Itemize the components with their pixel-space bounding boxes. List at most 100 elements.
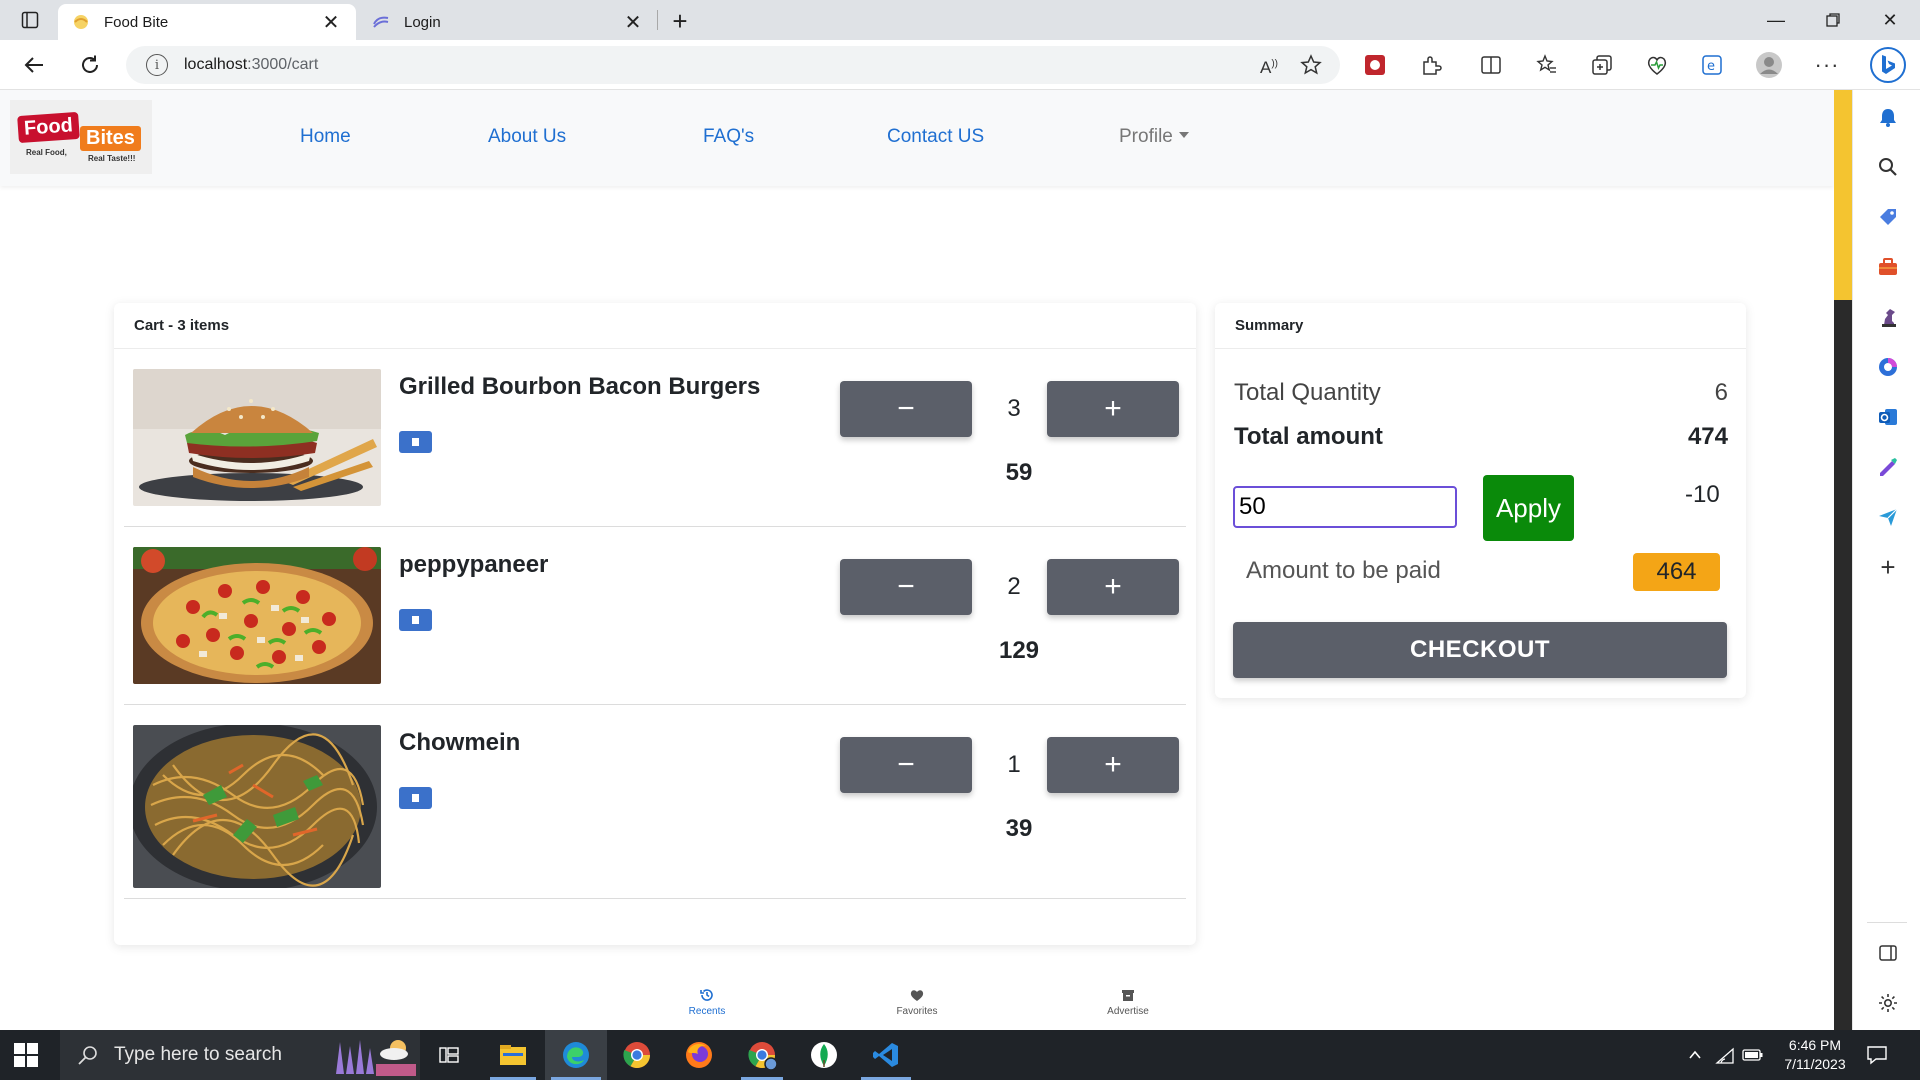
designer-icon[interactable] (1873, 452, 1903, 482)
scrollbar-thumb[interactable] (1834, 90, 1852, 300)
nav-faq-link[interactable]: FAQ's (703, 126, 754, 148)
sidebar-settings-gear-icon[interactable] (1873, 988, 1903, 1018)
coupon-input[interactable] (1233, 486, 1457, 528)
cart-item-row: Chowmein − 1 + 39 (114, 705, 1196, 899)
collections-icon[interactable] (1585, 48, 1619, 82)
show-hidden-icons-chevron-icon[interactable] (1684, 1044, 1706, 1066)
url-input[interactable]: i localhost:3000/cart A)) (126, 46, 1340, 84)
split-screen-icon[interactable] (1474, 48, 1508, 82)
bing-copilot-icon[interactable] (1868, 44, 1908, 86)
apply-button[interactable]: Apply (1483, 475, 1574, 541)
close-window-icon[interactable]: ✕ (1862, 0, 1918, 40)
ie-mode-icon[interactable]: e (1695, 48, 1729, 82)
profile-label: Profile (1119, 126, 1173, 147)
mongodb-compass-icon[interactable] (807, 1038, 841, 1072)
increase-quantity-button[interactable]: + (1047, 737, 1179, 793)
item-price: 59 (1005, 459, 1033, 486)
decrease-quantity-button[interactable]: − (840, 737, 972, 793)
amount-to-pay-label: Amount to be paid (1246, 557, 1441, 584)
increase-quantity-button[interactable]: + (1047, 559, 1179, 615)
recents-label: Recents (688, 1006, 726, 1017)
total-amount-row: Total amount 474 (1234, 423, 1728, 451)
refresh-icon[interactable] (72, 48, 108, 82)
search-icon[interactable] (1873, 152, 1903, 182)
bottom-nav-favorites[interactable]: Favorites (877, 986, 957, 1017)
firefox-icon[interactable] (682, 1038, 716, 1072)
cart-card: Cart - 3 items Grilled Bourbon Bacon Bur… (114, 303, 1196, 945)
tab-login[interactable]: Login ✕ (358, 4, 658, 40)
back-icon[interactable] (16, 48, 52, 82)
bottom-nav-advertise[interactable]: Advertise (1088, 986, 1168, 1017)
item-name: peppypaneer (399, 551, 549, 578)
notification-bell-icon[interactable] (1873, 102, 1903, 132)
decrease-quantity-button[interactable]: − (840, 381, 972, 437)
games-chess-icon[interactable] (1873, 302, 1903, 332)
nav-about-link[interactable]: About Us (488, 126, 566, 148)
hide-sidebar-icon[interactable] (1873, 938, 1903, 968)
new-tab-icon[interactable]: + (664, 6, 696, 36)
taskbar-clock[interactable]: 6:46 PM 7/11/2023 (1770, 1036, 1860, 1074)
shopping-tag-icon[interactable] (1873, 202, 1903, 232)
windows-start-icon[interactable] (14, 1043, 38, 1067)
item-name: Chowmein (399, 729, 521, 756)
nav-home-link[interactable]: Home (300, 126, 351, 148)
close-tab-icon[interactable]: ✕ (320, 11, 342, 34)
task-view-icon[interactable] (432, 1038, 466, 1072)
svg-text:e: e (1707, 59, 1715, 74)
send-drop-icon[interactable] (1873, 502, 1903, 532)
nav-profile-dropdown[interactable]: Profile (1119, 126, 1189, 148)
food-bite-favicon-icon (72, 13, 90, 31)
decrease-quantity-button[interactable]: − (840, 559, 972, 615)
taskbar-search-box[interactable]: Type here to search (60, 1030, 420, 1080)
nav-contact-link[interactable]: Contact US (887, 126, 984, 148)
network-wifi-icon[interactable] (1714, 1044, 1736, 1066)
trash-icon (412, 794, 419, 802)
microsoft-365-icon[interactable] (1873, 352, 1903, 382)
food-bites-logo[interactable]: Food Bites Real Food, Real Taste!!! (10, 100, 152, 174)
outlook-icon[interactable] (1873, 402, 1903, 432)
remove-item-button[interactable] (399, 787, 432, 809)
increase-quantity-button[interactable]: + (1047, 381, 1179, 437)
logo-tagline-left: Real Food, (26, 148, 67, 157)
read-aloud-icon[interactable]: A)) (1260, 58, 1278, 78)
add-sidebar-app-icon[interactable]: + (1873, 552, 1903, 582)
item-price: 39 (1005, 815, 1033, 842)
extension-red-icon[interactable] (1358, 48, 1392, 82)
remove-item-button[interactable] (399, 431, 432, 453)
battery-icon[interactable] (1742, 1044, 1764, 1066)
bottom-nav-recents[interactable]: Recents (667, 986, 747, 1017)
tools-briefcase-icon[interactable] (1873, 252, 1903, 282)
more-options-icon[interactable]: ··· (1810, 48, 1844, 82)
heart-icon (908, 986, 926, 1004)
edge-browser-icon[interactable] (559, 1038, 593, 1072)
chrome-profile-icon[interactable] (745, 1038, 779, 1072)
summary-header: Summary (1215, 303, 1746, 349)
checkout-button[interactable]: CHECKOUT (1233, 622, 1727, 678)
noodles-image (133, 725, 381, 888)
archive-icon (1119, 986, 1137, 1004)
remove-item-button[interactable] (399, 609, 432, 631)
extensions-puzzle-icon[interactable] (1414, 48, 1448, 82)
total-amount-label: Total amount (1234, 423, 1383, 450)
tab-food-bite[interactable]: Food Bite ✕ (58, 4, 356, 40)
item-price: 129 (998, 637, 1040, 664)
file-explorer-icon[interactable] (496, 1038, 530, 1072)
minimize-icon[interactable]: — (1748, 0, 1804, 40)
close-tab-icon[interactable]: ✕ (622, 11, 644, 34)
tab-actions-icon[interactable] (16, 8, 44, 32)
page-scrollbar[interactable] (1834, 90, 1852, 1030)
chrome-icon[interactable] (620, 1038, 654, 1072)
favorite-star-icon[interactable] (1300, 54, 1322, 81)
search-highlight-image (324, 1034, 416, 1076)
site-info-icon[interactable]: i (146, 54, 168, 76)
history-icon (698, 986, 716, 1004)
favorites-icon[interactable] (1530, 48, 1564, 82)
browser-essentials-icon[interactable] (1640, 48, 1674, 82)
row-divider (124, 898, 1186, 899)
caret-down-icon (1178, 131, 1189, 138)
vscode-icon[interactable] (869, 1038, 903, 1072)
maximize-icon[interactable] (1805, 0, 1861, 40)
profile-avatar-icon[interactable] (1752, 48, 1786, 82)
total-amount-value: 474 (1687, 423, 1728, 450)
notifications-chat-icon[interactable] (1866, 1044, 1888, 1066)
